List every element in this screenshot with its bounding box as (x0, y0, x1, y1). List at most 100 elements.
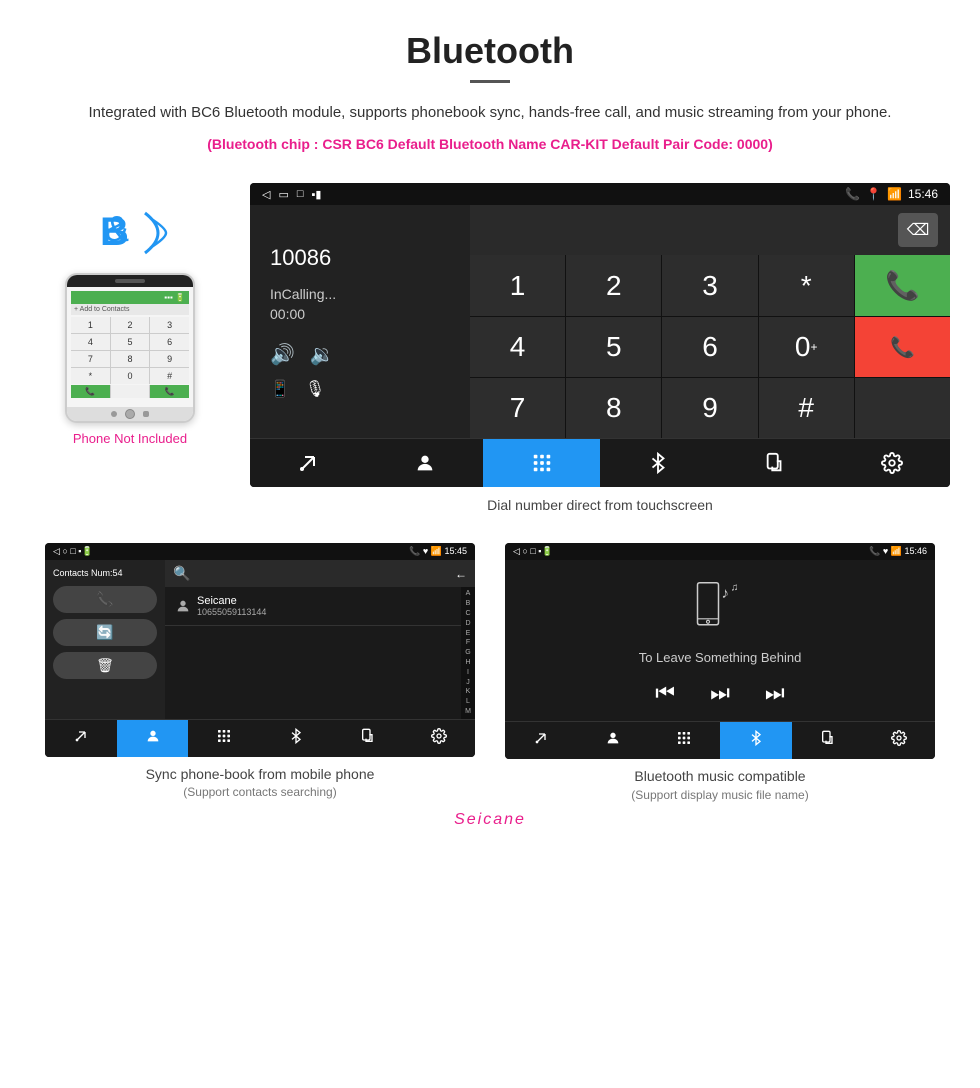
key-hash-button[interactable]: # (759, 378, 854, 438)
contacts-caption-main: Sync phone-book from mobile phone (146, 765, 375, 785)
contacts-body: Contacts Num:54 📞 🔄 🗑 🔍 ← (45, 560, 475, 718)
key-0plus-button[interactable]: 0+ (759, 317, 854, 377)
key-star-button[interactable]: * (759, 255, 854, 316)
dialer-controls: 🔊 🔉 (270, 342, 450, 367)
svg-text:♫: ♫ (731, 582, 739, 594)
key-1-button[interactable]: 1 (470, 255, 565, 316)
phone-bottom-bar (67, 407, 193, 421)
nav-settings-button[interactable] (833, 439, 950, 487)
volume-down-button[interactable]: 🔉 (310, 342, 335, 367)
svg-text:♪: ♪ (722, 585, 730, 602)
key-9: 9 (150, 351, 189, 367)
nav-call-transfer-button[interactable] (250, 439, 367, 487)
number-display: ⌫ (470, 205, 950, 255)
delete-contact-button[interactable]: 🗑 (53, 652, 157, 679)
call-button[interactable]: 📞 (855, 255, 950, 316)
nav-bluetooth-button[interactable] (600, 439, 717, 487)
c-nav-contacts-button[interactable] (117, 720, 189, 757)
key-6: 6 (150, 334, 189, 350)
car-nav-bar (250, 438, 950, 487)
bottom-row: ◁ ○ □ ▪🔋 📞 ♥ 📶 15:45 Contacts Num:54 📞 🔄… (0, 543, 980, 805)
phone-menu-btn (143, 411, 149, 417)
contacts-caption: Sync phone-book from mobile phone (Suppo… (136, 757, 385, 803)
key-8-button[interactable]: 8 (566, 378, 661, 438)
status-time: 15:46 (908, 187, 938, 201)
refresh-contacts-button[interactable]: 🔄 (53, 619, 157, 646)
c-nav-keypad-button[interactable] (188, 720, 260, 757)
key-hash: # (150, 368, 189, 384)
search-icon: 🔍 (173, 565, 190, 582)
music-playback-controls: ⏮ ⏭ ⏭ (655, 680, 784, 706)
music-status-left: ◁ ○ □ ▪🔋 (513, 546, 553, 557)
phone-call-action-button[interactable]: 📞 (53, 586, 157, 613)
phone-bottom-actions: 📞 📞 (71, 385, 189, 398)
phone-side: & B ▪▪▪ 🔋 + Add to Contacts 1 (30, 183, 230, 446)
next-track-button[interactable]: ⏭ (765, 680, 785, 706)
contacts-car-screen: ◁ ○ □ ▪🔋 📞 ♥ 📶 15:45 Contacts Num:54 📞 🔄… (45, 543, 475, 756)
mute-button[interactable]: 🎙 (305, 379, 325, 399)
m-nav-contacts-button[interactable] (577, 722, 649, 759)
m-nav-keypad-button[interactable] (648, 722, 720, 759)
key-7: 7 (71, 351, 110, 367)
contacts-status-left: ◁ ○ □ ▪🔋 (53, 546, 93, 557)
key-0: 0 (111, 368, 150, 384)
contact-phone: 10655059113144 (197, 607, 266, 617)
nav-phone-transfer-button[interactable] (717, 439, 834, 487)
previous-track-button[interactable]: ⏮ (655, 680, 675, 706)
c-nav-bluetooth-button[interactable] (260, 720, 332, 757)
phone-back-btn (111, 411, 117, 417)
main-content-area: & B ▪▪▪ 🔋 + Add to Contacts 1 (0, 173, 980, 538)
m-nav-transfer-button[interactable] (792, 722, 864, 759)
nav-keypad-button[interactable] (483, 439, 600, 487)
key-3-button[interactable]: 3 (662, 255, 757, 316)
c-nav-settings-button[interactable] (403, 720, 475, 757)
contacts-count: Contacts Num:54 (53, 568, 157, 578)
key-9-button[interactable]: 9 (662, 378, 757, 438)
m-nav-call-button[interactable] (505, 722, 577, 759)
key-5-button[interactable]: 5 (566, 317, 661, 377)
music-status-bar: ◁ ○ □ ▪🔋 📞 ♥ 📶 15:46 (505, 543, 935, 560)
music-car-screen: ◁ ○ □ ▪🔋 📞 ♥ 📶 15:46 ♪ ♫ To Leave (505, 543, 935, 759)
dialer-right-panel: ⌫ 1 2 3 * 📞 4 5 6 0+ 📞 7 8 (470, 205, 950, 438)
play-pause-button[interactable]: ⏭ (710, 680, 730, 706)
watermark: Seicane (0, 806, 980, 839)
bluetooth-waves-icon: B (90, 203, 170, 263)
dialer-timer: 00:00 (270, 306, 450, 322)
volume-up-button[interactable]: 🔊 (270, 342, 295, 367)
notification-icon: ▪▮ (312, 188, 322, 201)
description-text: Integrated with BC6 Bluetooth module, su… (60, 101, 920, 125)
key-7-button[interactable]: 7 (470, 378, 565, 438)
dial-caption: Dial number direct from touchscreen (250, 487, 950, 528)
nav-contacts-button[interactable] (367, 439, 484, 487)
c-nav-transfer-button[interactable] (332, 720, 404, 757)
phone-mockup: ▪▪▪ 🔋 + Add to Contacts 1 2 3 4 5 6 7 8 … (65, 273, 195, 423)
status-left-icons: ◁ ▭ □ ▪▮ (262, 188, 321, 201)
phone-speaker (115, 279, 145, 283)
key-6-button[interactable]: 6 (662, 317, 757, 377)
transfer-call-button[interactable]: 📱 (270, 379, 290, 399)
contacts-search-bar: 🔍 ← (165, 560, 475, 587)
contact-name: Seicane (197, 595, 266, 607)
phone-home-btn (125, 409, 135, 419)
phone-empty (111, 385, 150, 398)
contacts-nav-bar (45, 719, 475, 757)
watermark-text: Seicane (454, 811, 526, 828)
phone-call-btn: 📞 (71, 385, 110, 398)
end-call-button[interactable]: 📞 (855, 317, 950, 377)
contacts-search-input[interactable] (196, 567, 449, 581)
dialer-status: InCalling... (270, 286, 450, 302)
contact-avatar-icon (175, 598, 191, 614)
key-2-button[interactable]: 2 (566, 255, 661, 316)
contact-item-seicane[interactable]: Seicane 10655059113144 (165, 587, 461, 626)
key-5: 5 (111, 334, 150, 350)
c-nav-call-button[interactable] (45, 720, 117, 757)
key-4-button[interactable]: 4 (470, 317, 565, 377)
contacts-right-panel: 🔍 ← Seicane 10655059113144 (165, 560, 475, 718)
main-car-screen-area: ◁ ▭ □ ▪▮ 📞 📍 📶 15:46 10086 InCalling... (250, 183, 950, 528)
dialer-left-panel: 10086 InCalling... 00:00 🔊 🔉 📱 🎙 (250, 205, 470, 438)
page-header: Bluetooth Integrated with BC6 Bluetooth … (0, 0, 980, 173)
car-screen: ◁ ▭ □ ▪▮ 📞 📍 📶 15:46 10086 InCalling... (250, 183, 950, 487)
m-nav-settings-button[interactable] (863, 722, 935, 759)
m-nav-bluetooth-button[interactable] (720, 722, 792, 759)
backspace-button[interactable]: ⌫ (898, 213, 938, 247)
